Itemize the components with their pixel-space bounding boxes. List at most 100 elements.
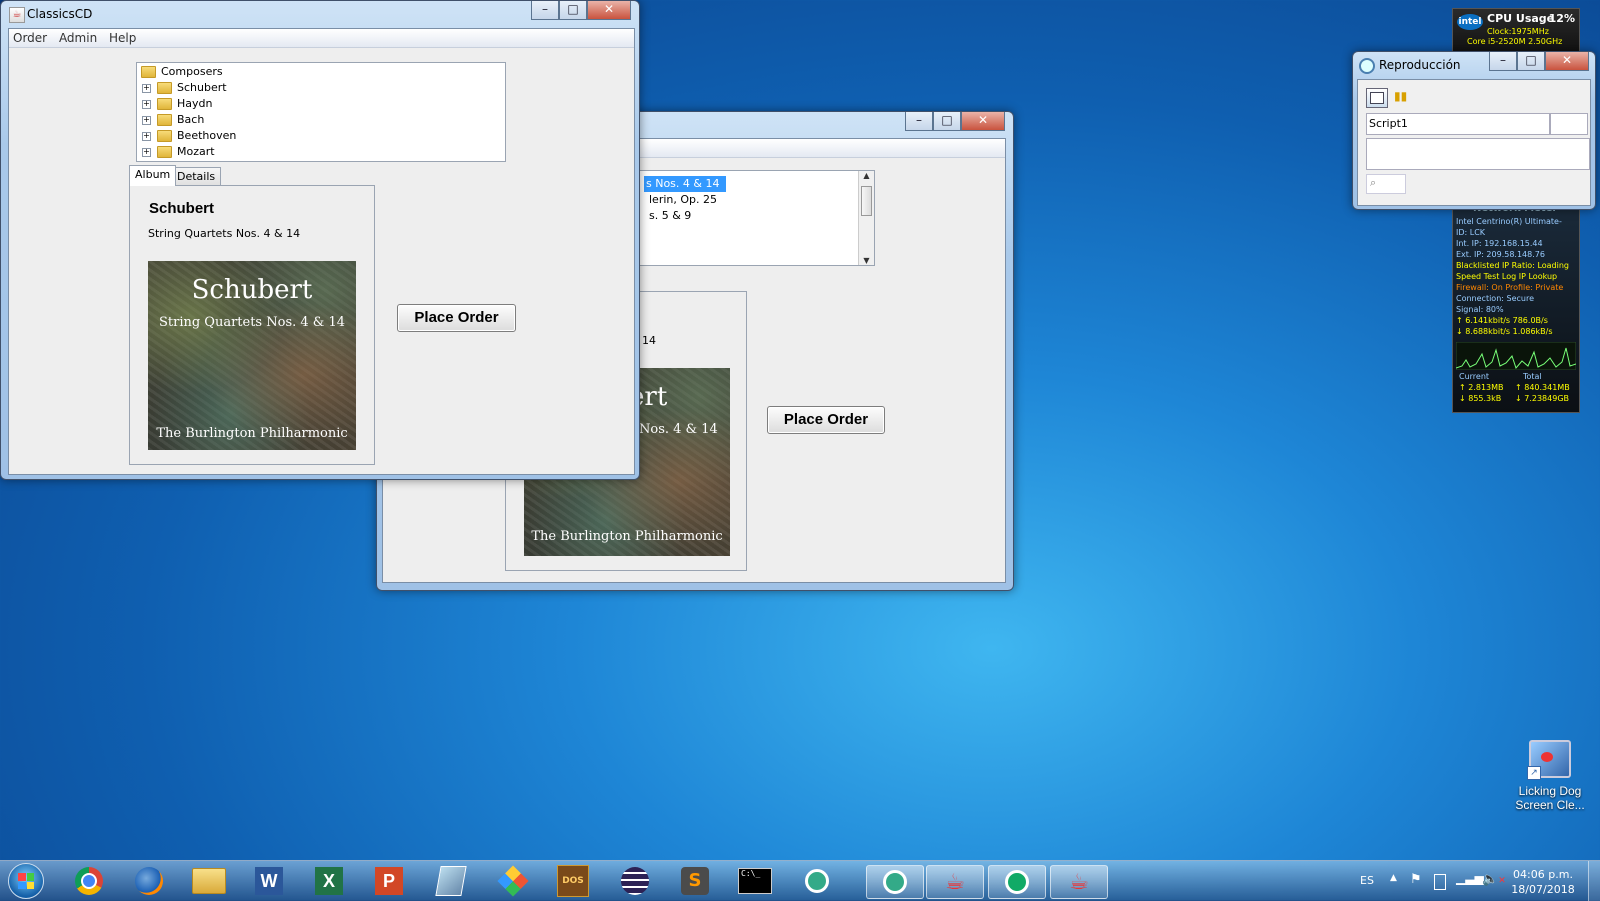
minimize-button[interactable]: – bbox=[1489, 52, 1517, 71]
window-title: Reproducción bbox=[1379, 58, 1461, 72]
powerpoint-icon[interactable]: P bbox=[366, 865, 412, 897]
menu-order[interactable]: Order bbox=[9, 29, 51, 45]
tree-item-mozart[interactable]: + Mozart bbox=[137, 144, 505, 160]
scroll-down-icon[interactable]: ▼ bbox=[859, 256, 874, 265]
expand-icon[interactable]: + bbox=[142, 83, 151, 93]
menu-bar: Order Admin Help bbox=[9, 29, 634, 48]
excel-icon[interactable]: X bbox=[306, 865, 352, 897]
steering-app-icon-2[interactable] bbox=[866, 865, 924, 899]
list-item[interactable]: lerin, Op. 25 bbox=[649, 192, 717, 208]
tab-album[interactable]: Album bbox=[129, 165, 177, 186]
tree-root[interactable]: Composers bbox=[137, 64, 505, 80]
album-title: String Quartets Nos. 4 & 14 bbox=[148, 227, 301, 240]
close-button[interactable]: ✕ bbox=[587, 1, 631, 20]
cpu-clock: Clock:1975MHz bbox=[1487, 27, 1549, 36]
place-order-button[interactable]: Place Order bbox=[397, 304, 516, 332]
network-signal-icon[interactable]: ▁▃▅ bbox=[1456, 871, 1484, 885]
java-app-icon-taskbar-2[interactable]: ☕ bbox=[1050, 865, 1108, 899]
script-option-field[interactable] bbox=[1550, 113, 1588, 135]
cpu-label: CPU Usage bbox=[1487, 12, 1555, 25]
tab-details[interactable]: Details bbox=[171, 167, 222, 186]
minimize-button[interactable]: – bbox=[531, 1, 559, 20]
list-item[interactable]: s. 5 & 9 bbox=[649, 208, 691, 224]
expand-icon[interactable]: + bbox=[142, 99, 151, 109]
search-icon: ⌕ bbox=[1370, 176, 1377, 189]
cpu-usage-gadget[interactable]: intel CPU Usage 12% Clock:1975MHz Core i… bbox=[1452, 8, 1580, 54]
firefox-icon[interactable] bbox=[126, 865, 172, 897]
java-app-icon-taskbar[interactable]: ☕ bbox=[926, 865, 984, 899]
language-indicator[interactable]: ES bbox=[1360, 874, 1374, 887]
tree-item-label: Beethoven bbox=[177, 129, 237, 142]
sublime-text-icon[interactable]: S bbox=[672, 865, 718, 897]
expand-icon[interactable]: + bbox=[142, 115, 151, 125]
maximize-button[interactable]: □ bbox=[559, 1, 587, 20]
script-output-area[interactable] bbox=[1366, 138, 1590, 170]
chrome-icon[interactable] bbox=[66, 865, 112, 897]
eclipse-icon[interactable] bbox=[612, 865, 658, 897]
tree-item-beethoven[interactable]: + Beethoven bbox=[137, 128, 505, 144]
menu-help[interactable]: Help bbox=[105, 29, 140, 45]
blacklist-ratio: Blacklisted IP Ratio: Loading bbox=[1456, 261, 1570, 270]
word-icon[interactable]: W bbox=[246, 865, 292, 897]
search-field[interactable]: ⌕ bbox=[1366, 174, 1406, 194]
vertical-scrollbar[interactable]: ▲ ▼ bbox=[858, 171, 874, 265]
reproduccion-window[interactable]: Reproducción – □ ✕ ▮▮ Script1 ⌕ bbox=[1352, 51, 1596, 210]
expand-icon[interactable]: + bbox=[142, 131, 151, 141]
menu-admin[interactable]: Admin bbox=[55, 29, 101, 45]
pause-icon[interactable]: ▮▮ bbox=[1394, 90, 1407, 102]
taskbar: W X P DOS S C:\_ ☕ ☕ ES ▲ ⚑ ▁▃▅ 🔈✕ 04:06… bbox=[0, 860, 1600, 901]
steering-app-icon-3[interactable] bbox=[988, 865, 1046, 899]
tree-item-label: Haydn bbox=[177, 97, 213, 110]
maximize-button[interactable]: □ bbox=[933, 112, 961, 131]
scroll-thumb[interactable] bbox=[861, 186, 872, 216]
network-meter-gadget[interactable]: Network Meter Intel Centrino(R) Ultimate… bbox=[1452, 203, 1580, 413]
selected-list-item[interactable]: s Nos. 4 & 14 bbox=[644, 176, 726, 192]
minimize-button[interactable]: – bbox=[905, 112, 933, 131]
record-icon[interactable] bbox=[1366, 88, 1388, 108]
tree-item-label: Schubert bbox=[177, 81, 227, 94]
action-center-flag-icon[interactable]: ⚑ bbox=[1410, 872, 1422, 887]
volume-muted-icon[interactable]: 🔈✕ bbox=[1482, 872, 1506, 887]
composer-tree[interactable]: Composers + Schubert + Haydn + Bach + Beetho… bbox=[136, 62, 506, 162]
clock[interactable]: 04:06 p.m. 18/07/2018 bbox=[1508, 867, 1578, 897]
show-hidden-icons[interactable]: ▲ bbox=[1390, 873, 1397, 883]
tree-item-bach[interactable]: + Bach bbox=[137, 112, 505, 128]
network-adapter: Intel Centrino(R) Ultimate- bbox=[1456, 217, 1562, 226]
main-classicscd-window[interactable]: ☕ ClassicsCD – □ ✕ Order Admin Help Comp… bbox=[0, 0, 640, 480]
close-button[interactable]: ✕ bbox=[961, 112, 1005, 131]
total-down: ↓ 7.23849GB bbox=[1515, 394, 1570, 403]
network-id: ID: LCK bbox=[1456, 228, 1486, 237]
connection-status: Connection: Secure bbox=[1456, 294, 1535, 303]
window-controls: – □ ✕ bbox=[531, 1, 631, 20]
start-button[interactable] bbox=[4, 863, 48, 899]
client-area: Order Admin Help Composers + Schubert + Ha… bbox=[8, 28, 635, 475]
file-explorer-icon[interactable] bbox=[186, 865, 232, 897]
script-name-field[interactable]: Script1 bbox=[1366, 113, 1550, 135]
place-order-button[interactable]: Place Order bbox=[767, 406, 885, 434]
maximize-button[interactable]: □ bbox=[1517, 52, 1545, 71]
close-button[interactable]: ✕ bbox=[1545, 52, 1589, 71]
expand-icon[interactable]: + bbox=[142, 147, 151, 157]
album-panel: Schubert String Quartets Nos. 4 & 14 Sch… bbox=[129, 185, 375, 465]
current-up: ↑ 2.813MB bbox=[1459, 383, 1504, 392]
scroll-up-icon[interactable]: ▲ bbox=[859, 171, 874, 180]
tree-item-haydn[interactable]: + Haydn bbox=[137, 96, 505, 112]
desktop-shortcut[interactable]: ↗ Licking Dog Screen Cle... bbox=[1506, 740, 1594, 822]
network-links[interactable]: Speed Test Log IP Lookup bbox=[1456, 271, 1569, 282]
show-desktop-button[interactable] bbox=[1588, 861, 1600, 901]
album-title-fragment: 14 bbox=[642, 334, 656, 347]
command-prompt-icon[interactable]: C:\_ bbox=[732, 865, 778, 897]
steering-app-icon[interactable] bbox=[794, 865, 840, 897]
download-rate: ↓ 8.688kbit/s 1.086kB/s bbox=[1456, 327, 1553, 336]
notes-app-icon[interactable] bbox=[428, 865, 474, 897]
external-ip: Ext. IP: 209.58.148.76 bbox=[1456, 250, 1545, 259]
total-label: Total bbox=[1523, 372, 1542, 381]
clock-time: 04:06 p.m. bbox=[1513, 868, 1573, 881]
tree-item-schubert[interactable]: + Schubert bbox=[137, 80, 505, 96]
git-app-icon[interactable] bbox=[490, 865, 536, 897]
signal-strength: Signal: 80% bbox=[1456, 305, 1504, 314]
battery-icon[interactable] bbox=[1434, 874, 1446, 890]
dosbox-icon[interactable]: DOS bbox=[550, 865, 596, 897]
total-up: ↑ 840.341MB bbox=[1515, 383, 1570, 392]
folder-icon bbox=[157, 82, 172, 94]
